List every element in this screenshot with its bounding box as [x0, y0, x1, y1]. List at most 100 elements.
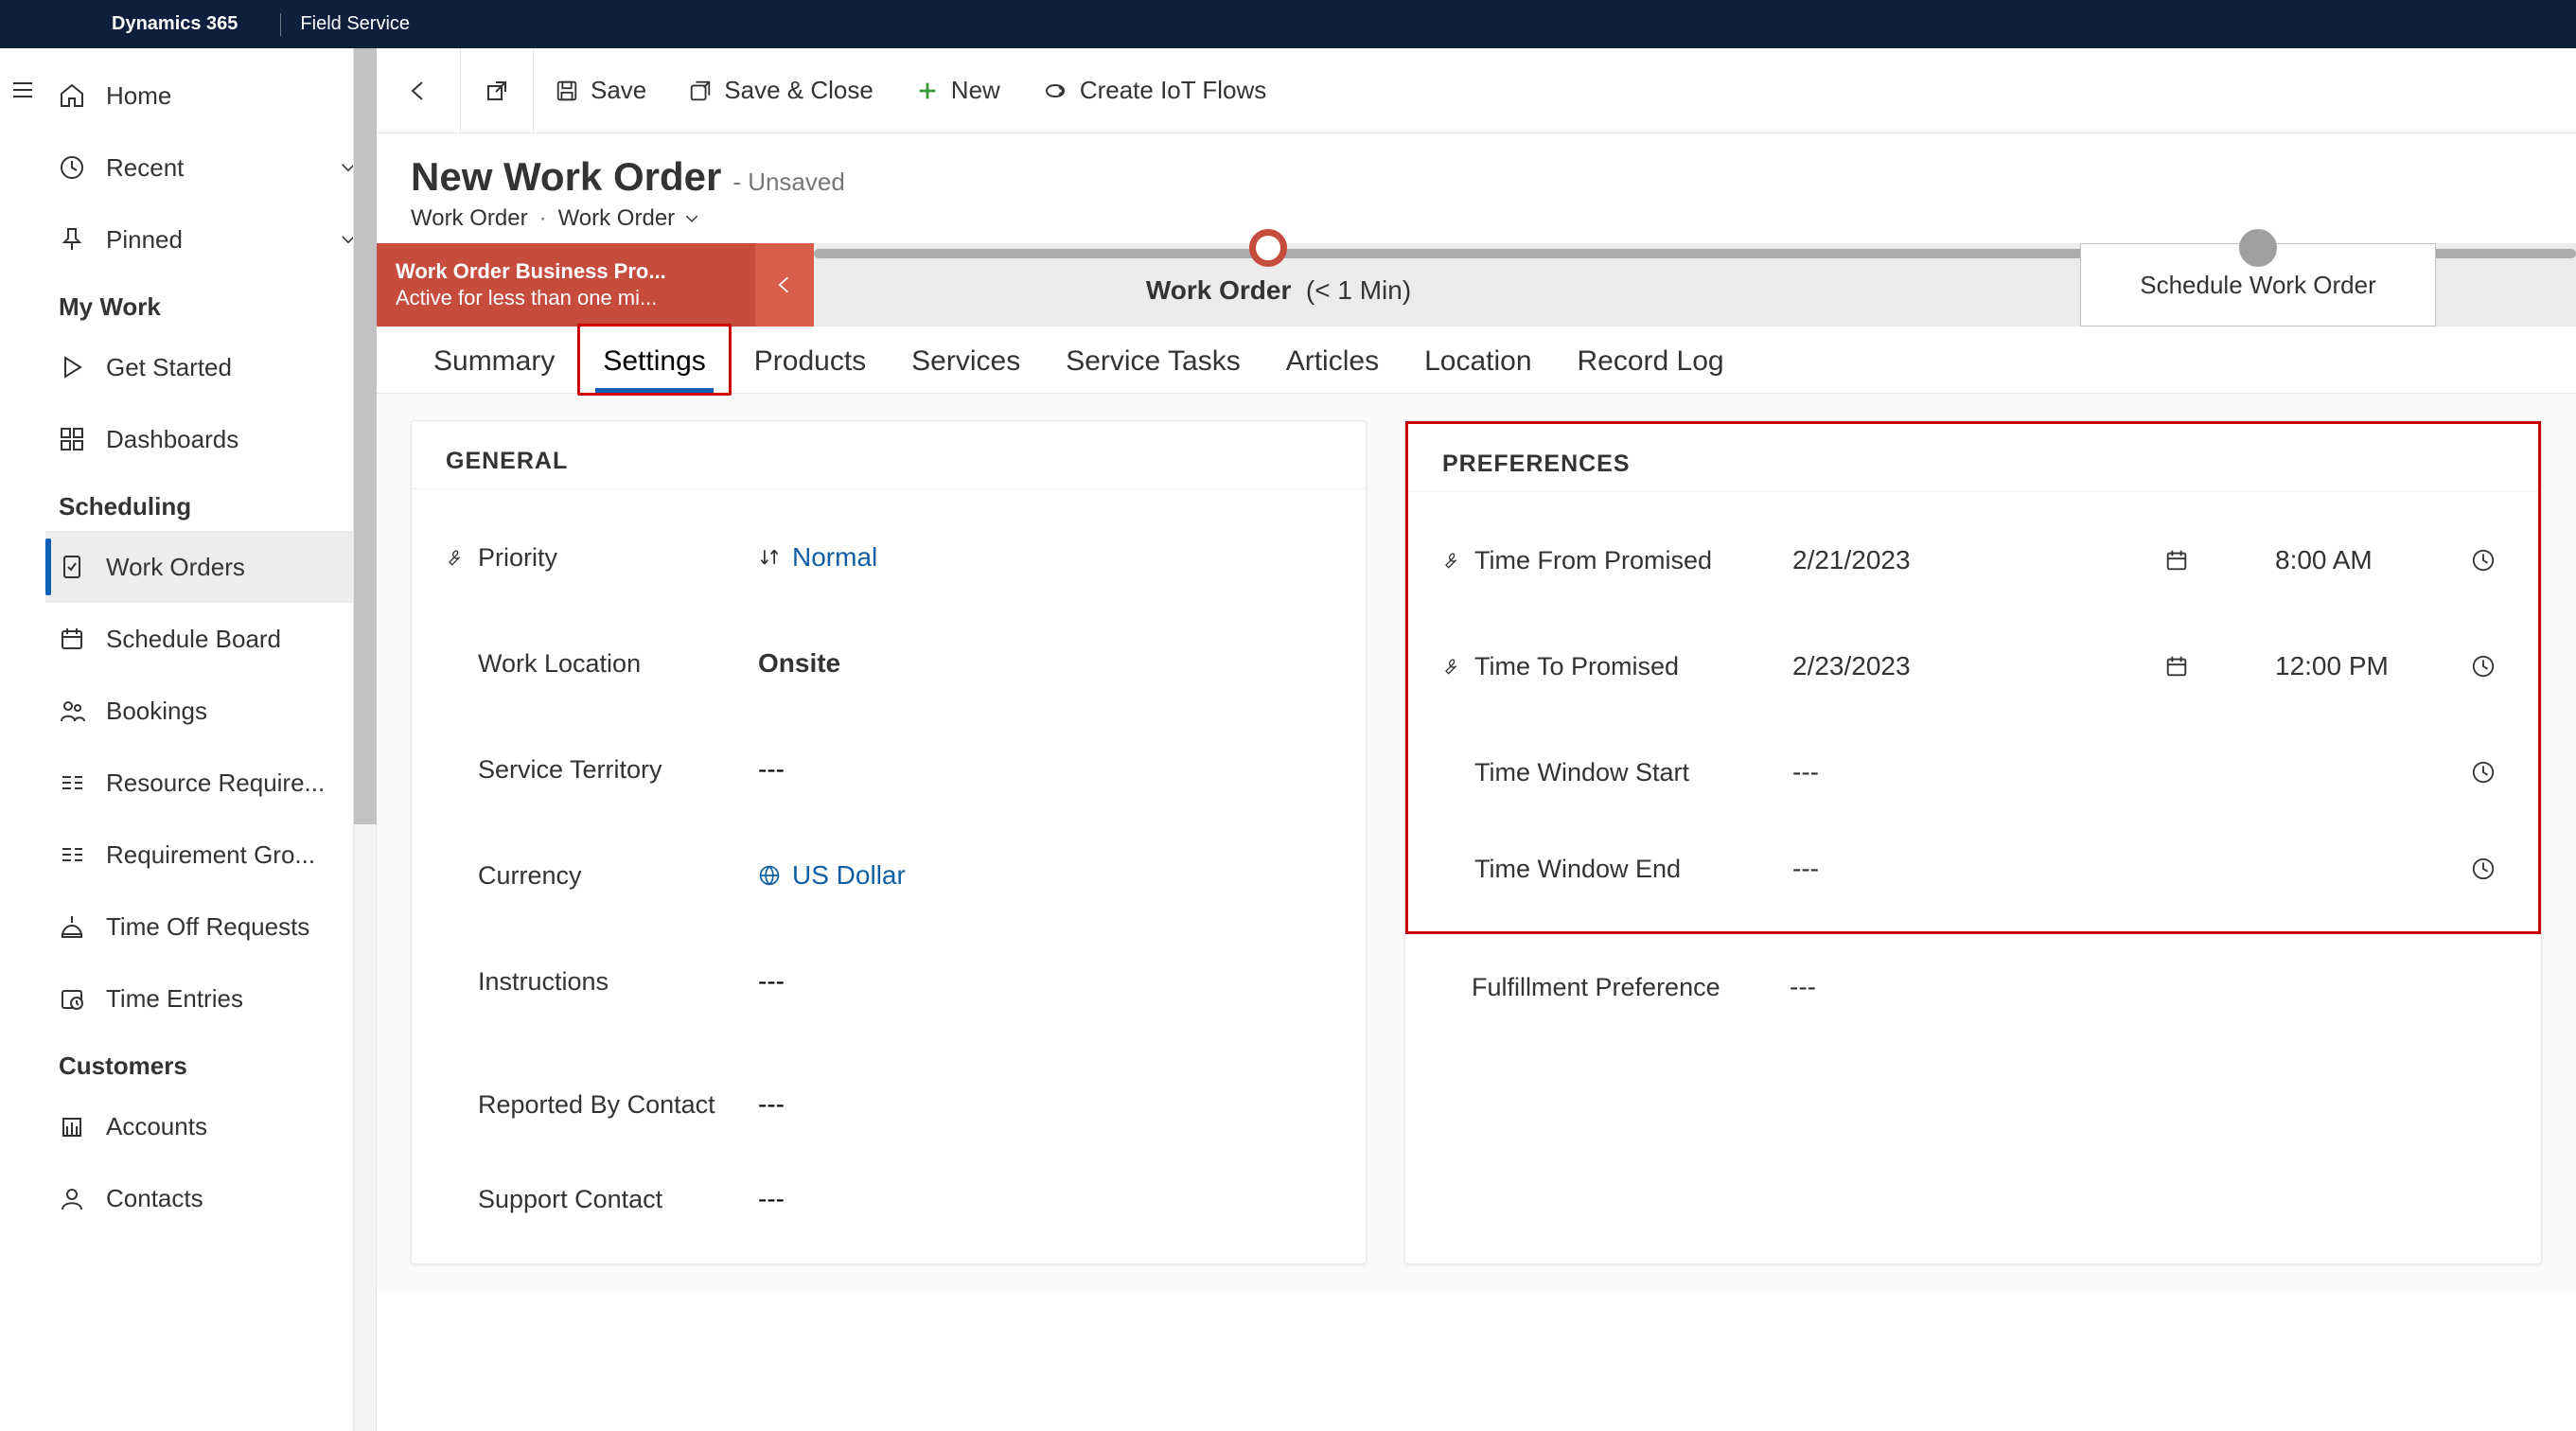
sidebar-item-home[interactable]: Home [45, 60, 376, 132]
play-icon [59, 354, 85, 380]
priority-field[interactable]: Priority Normal [412, 504, 1366, 610]
time-to-promised-field[interactable]: Time To Promised 2/23/2023 12:00 PM [1408, 613, 2538, 719]
clock-icon[interactable] [2471, 760, 2496, 785]
timeentry-icon [59, 985, 85, 1012]
app-label[interactable]: Field Service [300, 13, 410, 35]
sidebar-item-label: Time Entries [106, 984, 243, 1014]
popout-button[interactable] [461, 48, 534, 132]
time-from-label: Time From Promised [1474, 546, 1712, 575]
new-label: New [951, 76, 1000, 105]
bpf-name-cell[interactable]: Work Order Business Pro... Active for le… [377, 243, 755, 327]
work-location-field[interactable]: Work Location Onsite [412, 610, 1366, 716]
sidebar-section-title: My Work [45, 275, 376, 331]
hamburger-icon[interactable] [9, 77, 36, 103]
header-divider [280, 13, 281, 36]
save-close-button[interactable]: Save & Close [667, 48, 894, 132]
time-window-end-field[interactable]: Time Window End --- [1408, 825, 2538, 931]
sidebar-item-label: Contacts [106, 1184, 203, 1213]
wrench-icon [1442, 656, 1463, 677]
clock-icon[interactable] [2471, 654, 2496, 679]
currency-value: US Dollar [792, 860, 906, 891]
timeoff-icon [59, 913, 85, 940]
sidebar: HomeRecentPinnedMy WorkGet Started Dashbo… [0, 48, 377, 1431]
bpf-stage-work-order[interactable] [1249, 232, 1287, 270]
time-window-start-field[interactable]: Time Window Start --- [1408, 719, 2538, 825]
tw-end-value[interactable]: --- [1792, 854, 2152, 884]
tab-record-log[interactable]: Record Log [1555, 327, 1747, 393]
create-iot-flows-button[interactable]: Create IoT Flows [1021, 48, 1287, 132]
tab-articles[interactable]: Articles [1263, 327, 1402, 393]
time-from-date[interactable]: 2/21/2023 [1792, 545, 2152, 575]
sort-icon [758, 546, 781, 569]
new-button[interactable]: New [894, 48, 1021, 132]
sidebar-item-label: Time Off Requests [106, 912, 309, 942]
work-location-value: Onsite [758, 648, 840, 679]
sidebar-item-requirement-gro-[interactable]: Requirement Gro... [45, 819, 376, 891]
sidebar-scrollbar[interactable] [353, 48, 376, 1431]
clock-icon[interactable] [2471, 857, 2496, 881]
bpf-inactive-stage-dot [2239, 229, 2277, 267]
sidebar-item-resource-require-[interactable]: Resource Require... [45, 747, 376, 819]
sidebar-item-label: Dashboards [106, 425, 238, 454]
tab-service-tasks[interactable]: Service Tasks [1043, 327, 1263, 393]
service-territory-field[interactable]: Service Territory --- [412, 716, 1366, 822]
sidebar-item-bookings[interactable]: Bookings [45, 675, 376, 747]
sidebar-item-label: Accounts [106, 1112, 207, 1141]
sidebar-item-time-off-requests[interactable]: Time Off Requests [45, 891, 376, 963]
sidebar-item-dashboards[interactable]: Dashboards [45, 403, 376, 475]
calendar-icon [59, 626, 85, 652]
instructions-label: Instructions [478, 967, 609, 997]
sidebar-item-recent[interactable]: Recent [45, 132, 376, 203]
form-selector[interactable]: Work Order [558, 205, 702, 232]
bpf-stage1-label: Work Order (< 1 Min) [1146, 275, 1411, 305]
sidebar-item-work-orders[interactable]: Work Orders [45, 531, 376, 603]
time-from-promised-field[interactable]: Time From Promised 2/21/2023 8:00 AM [1408, 507, 2538, 613]
brand-label[interactable]: Dynamics 365 [112, 13, 238, 35]
iot-label: Create IoT Flows [1080, 76, 1266, 105]
sidebar-item-get-started[interactable]: Get Started [45, 331, 376, 403]
sidebar-item-contacts[interactable]: Contacts [45, 1162, 376, 1234]
calendar-icon[interactable] [2164, 654, 2189, 679]
time-to-time[interactable]: 12:00 PM [2201, 651, 2462, 681]
back-button[interactable] [377, 48, 461, 132]
tab-services[interactable]: Services [889, 327, 1043, 393]
record-title: New Work Order [411, 154, 721, 200]
tw-start-value[interactable]: --- [1792, 757, 2152, 787]
bpf-name: Work Order Business Pro... [396, 259, 736, 284]
sidebar-item-schedule-board[interactable]: Schedule Board [45, 603, 376, 675]
tab-products[interactable]: Products [732, 327, 889, 393]
tab-summary[interactable]: Summary [411, 327, 577, 393]
home-icon [59, 82, 85, 109]
sidebar-item-time-entries[interactable]: Time Entries [45, 963, 376, 1034]
fulfillment-label: Fulfillment Preference [1472, 973, 1720, 1002]
fulfillment-preference-field[interactable]: Fulfillment Preference --- [1405, 934, 2541, 1040]
record-status: - Unsaved [732, 168, 845, 197]
pin-icon [59, 226, 85, 253]
requirement-icon [59, 769, 85, 796]
support-contact-field[interactable]: Support Contact --- [412, 1157, 1366, 1263]
tab-location[interactable]: Location [1402, 327, 1554, 393]
calendar-icon[interactable] [2164, 548, 2189, 573]
dashboard-icon [59, 426, 85, 452]
people-icon [59, 698, 85, 724]
sidebar-item-accounts[interactable]: Accounts [45, 1090, 376, 1162]
instructions-field[interactable]: Instructions --- [412, 928, 1366, 1034]
command-bar: Save Save & Close New Create IoT Flows [377, 48, 2576, 133]
time-to-date[interactable]: 2/23/2023 [1792, 651, 2152, 681]
preferences-title: PREFERENCES [1408, 424, 2538, 492]
clock-icon[interactable] [2471, 548, 2496, 573]
tab-settings[interactable]: Settings [577, 324, 731, 396]
chevron-down-icon [682, 209, 701, 228]
form-tabs: SummarySettingsProductsServicesService T… [377, 327, 2576, 394]
bpf-collapse-button[interactable] [755, 243, 814, 327]
save-button[interactable]: Save [534, 48, 667, 132]
preferences-highlight: PREFERENCES Time From Promised 2/21/2023… [1405, 421, 2541, 934]
currency-field[interactable]: Currency US Dollar [412, 822, 1366, 928]
time-from-time[interactable]: 8:00 AM [2201, 545, 2462, 575]
currency-label: Currency [478, 861, 582, 891]
workorder-icon [59, 554, 85, 580]
sidebar-item-pinned[interactable]: Pinned [45, 203, 376, 275]
reported-by-field[interactable]: Reported By Contact --- [412, 1051, 1366, 1157]
fulfillment-value[interactable]: --- [1790, 972, 2149, 1002]
sidebar-item-label: Bookings [106, 697, 207, 726]
